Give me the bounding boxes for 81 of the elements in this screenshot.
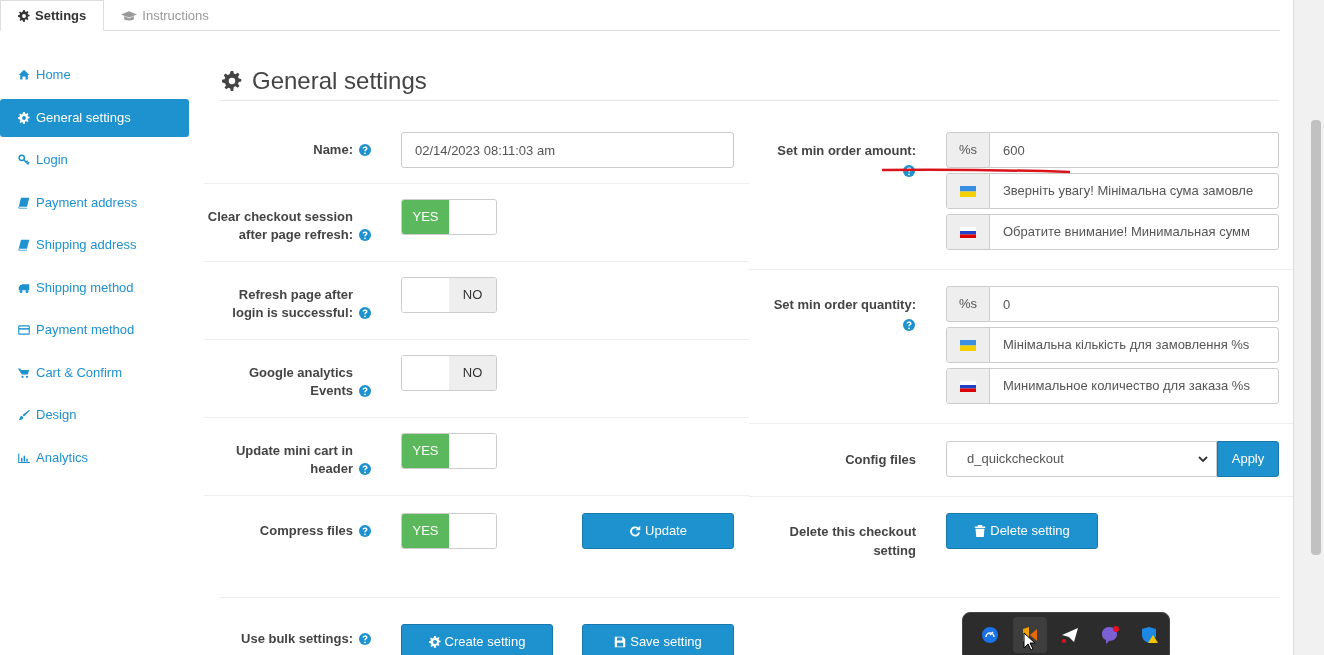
button[interactable]: Create setting — [401, 624, 553, 655]
mouse-cursor-icon — [1023, 632, 1036, 651]
text-field[interactable]: 02/14/2023 08:11:03 am — [401, 132, 734, 168]
help-icon — [359, 463, 371, 475]
help-icon — [359, 307, 371, 319]
field-label: Name: — [313, 141, 353, 159]
field-label: Config files — [845, 451, 916, 469]
book-icon — [18, 239, 30, 251]
toggle-switch[interactable]: NO — [401, 355, 497, 391]
russia-flag-icon — [960, 226, 976, 238]
text-field[interactable]: 0 — [990, 286, 1279, 322]
translation-field[interactable]: Обратите внимание! Минимальная сумм — [946, 214, 1279, 250]
scrollbar[interactable] — [1293, 0, 1324, 655]
help-icon — [359, 385, 371, 397]
sidebar-item[interactable]: Shipping address — [0, 226, 189, 264]
truck-icon — [18, 281, 30, 294]
field-label: Refresh page after login is successful: — [231, 286, 353, 322]
toggle-switch[interactable]: YES — [401, 513, 497, 549]
bar-chart-icon — [18, 451, 30, 464]
field-label: Use bulk settings: — [241, 631, 353, 646]
toggle-switch[interactable]: YES — [401, 433, 497, 469]
section-heading: General settings — [252, 66, 427, 96]
refresh-icon — [629, 525, 642, 537]
tab[interactable]: Instructions — [104, 0, 226, 31]
sidebar-item[interactable]: Analytics — [0, 438, 189, 477]
tab[interactable]: Settings — [0, 0, 105, 31]
input-prefix: %s — [946, 132, 990, 168]
chat-phone-icon[interactable] — [1100, 625, 1120, 645]
help-icon — [359, 525, 371, 537]
sidebar-item[interactable]: Shipping method — [0, 268, 189, 307]
sidebar-item[interactable]: Payment address — [0, 183, 189, 222]
button[interactable]: Delete setting — [946, 513, 1098, 549]
gear-icon — [428, 636, 441, 648]
brush-icon — [18, 409, 30, 421]
translation-field[interactable]: Зверніть увагу! Мінімальна сума замовле — [946, 173, 1279, 209]
key-icon — [18, 154, 30, 166]
translation-field[interactable]: Мінімальна кількість для замовлення %s — [946, 327, 1279, 363]
ukraine-flag-icon — [960, 339, 976, 351]
field-label: Set min order quantity: — [773, 296, 916, 314]
button[interactable]: Save setting — [582, 624, 734, 655]
sidebar-item[interactable]: Design — [0, 396, 189, 434]
help-icon — [903, 165, 915, 177]
scrollbar-thumb[interactable] — [1311, 120, 1321, 555]
paper-plane-icon[interactable] — [1061, 627, 1079, 643]
help-icon — [359, 229, 371, 241]
field-label: Set min order amount: — [777, 142, 916, 160]
chevron-down-icon — [1198, 455, 1208, 463]
russia-flag-icon — [960, 380, 976, 392]
help-icon — [903, 319, 915, 331]
shield-warning-icon[interactable] — [1141, 626, 1159, 644]
text-field[interactable]: 600 — [990, 132, 1279, 168]
field-label: Delete this checkout setting — [788, 523, 916, 560]
help-icon — [359, 632, 371, 645]
graduation-cap-icon — [121, 9, 138, 22]
field-label: Update mini cart in header — [234, 442, 353, 478]
trash-icon — [974, 525, 987, 537]
sidebar-item[interactable]: Payment method — [0, 311, 189, 349]
book-icon — [18, 196, 30, 209]
button[interactable]: Update — [582, 513, 734, 549]
help-icon — [359, 144, 371, 156]
input-prefix: %s — [946, 286, 990, 322]
gear-icon — [18, 9, 30, 22]
translation-field[interactable]: Минимальное количество для заказа %s — [946, 368, 1279, 404]
dropdown[interactable]: d_quickcheckout — [946, 441, 1217, 477]
field-label: Clear checkout session after page refresh: — [206, 208, 353, 244]
sidebar-item[interactable]: Cart & Confirm — [0, 353, 189, 392]
sidebar-item[interactable]: Login — [0, 141, 189, 179]
button[interactable]: Apply — [1217, 441, 1279, 477]
field-label: Compress files — [259, 522, 353, 540]
sidebar-item[interactable]: General settings — [0, 98, 189, 137]
toggle-switch[interactable]: YES — [401, 199, 497, 235]
gear-icon — [18, 111, 30, 124]
gear-icon — [222, 71, 242, 91]
field-label: Google analytics Events — [247, 364, 353, 400]
home-icon — [18, 69, 30, 81]
sidebar-item[interactable]: Home — [0, 56, 189, 94]
cart-icon — [18, 366, 30, 379]
toggle-switch[interactable]: NO — [401, 277, 497, 313]
ukraine-flag-icon — [960, 185, 976, 197]
gauge-app-icon[interactable] — [981, 626, 999, 644]
credit-card-icon — [18, 324, 30, 336]
